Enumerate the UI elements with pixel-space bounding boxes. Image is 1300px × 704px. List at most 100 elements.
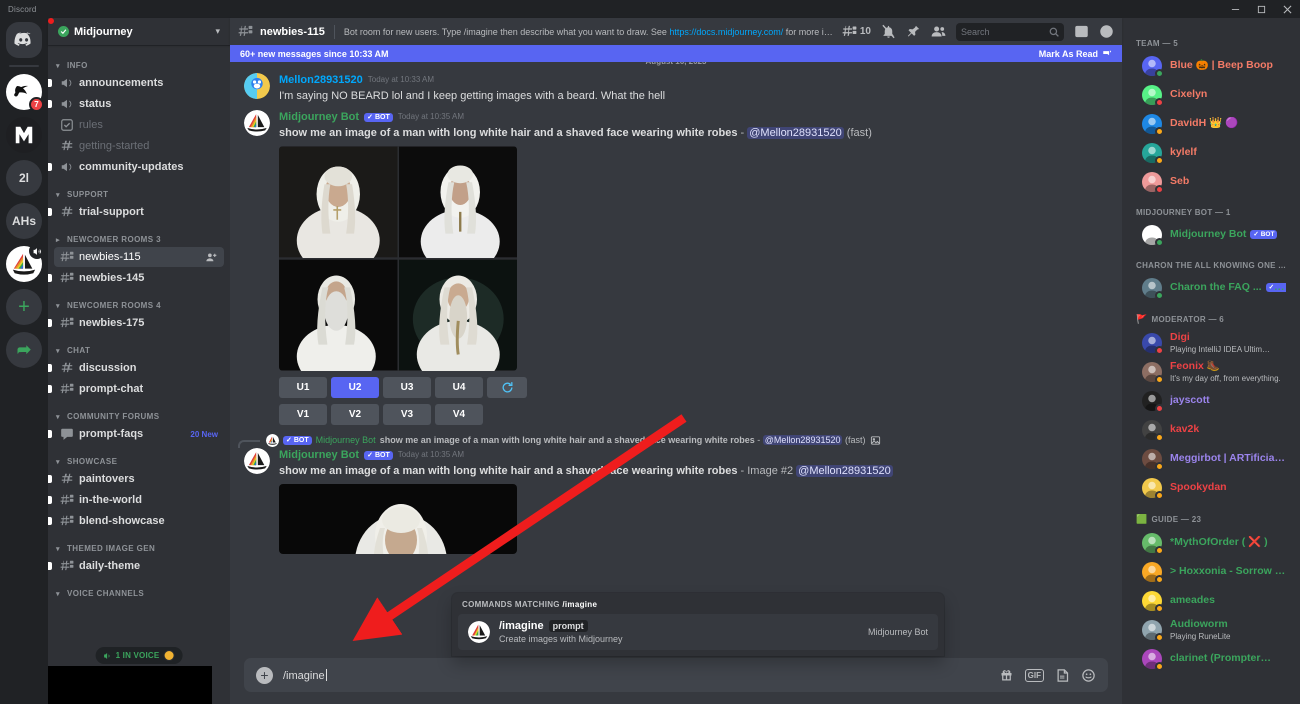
message-author[interactable]: Midjourney Bot [279, 110, 359, 124]
member-list-item[interactable]: kav2k [1128, 415, 1294, 444]
attach-button[interactable]: + [256, 666, 273, 684]
guild-icon-midjourney-alt[interactable]: 7 [6, 74, 44, 112]
reply-author[interactable]: Midjourney Bot [316, 435, 376, 445]
notifications-off-icon[interactable] [881, 24, 896, 39]
new-messages-bar[interactable]: 60+ new messages since 10:33 AM Mark As … [230, 45, 1122, 62]
member-list-item[interactable]: DavidH 👑 🟣 [1128, 109, 1294, 138]
upscale-button-u1[interactable]: U1 [279, 377, 327, 398]
avatar[interactable] [244, 448, 270, 474]
mention[interactable]: @Mellon28931520 [747, 127, 844, 139]
upscaled-image[interactable] [279, 484, 517, 554]
channel-category[interactable]: ▾ SUPPORT [48, 178, 230, 202]
variation-button-v1[interactable]: V1 [279, 404, 327, 425]
voice-status-pill[interactable]: 1 IN VOICE [95, 647, 183, 664]
guild-icon-server-m[interactable] [6, 117, 42, 153]
sidebar-channel-paintovers[interactable]: paintovers [48, 469, 224, 489]
member-list-item[interactable]: Spookydan [1128, 473, 1294, 502]
topic-link[interactable]: https://docs.midjourney.com/ [669, 27, 783, 37]
member-list-item[interactable]: Charon the FAQ ...✓ BOT [1128, 273, 1294, 302]
pin-icon[interactable] [906, 24, 921, 39]
explore-servers-button[interactable]: ➦ [6, 332, 42, 368]
channel-category[interactable]: ▾ INFO [48, 49, 230, 73]
member-list-item[interactable]: kylelf [1128, 138, 1294, 167]
member-list-item[interactable]: Blue 🎃 | Beep Boop [1128, 51, 1294, 80]
guild-icon-server-2l[interactable]: 2l [6, 160, 42, 196]
message-list[interactable]: August 16, 2023 Mellon28931520 Today at … [230, 45, 1122, 658]
message-author[interactable]: Midjourney Bot [279, 448, 359, 462]
chevron-down-icon[interactable]: ▾ [215, 26, 220, 37]
guild-header[interactable]: Midjourney ▾ [48, 18, 230, 45]
add-server-button[interactable]: + [6, 289, 42, 325]
guild-icon-midjourney[interactable] [6, 243, 45, 282]
grid-image-3[interactable] [279, 259, 398, 371]
maximize-icon[interactable] [1248, 0, 1274, 18]
sidebar-channel-newbies-175[interactable]: newbies-175 [48, 313, 224, 333]
member-list-item[interactable]: ameades [1128, 586, 1294, 615]
member-list[interactable]: TEAM — 5 Blue 🎃 | Beep Boop Cixelyn Davi… [1122, 18, 1300, 704]
reply-reference[interactable]: ✓ BOT Midjourney Bot show me an image of… [238, 433, 1122, 448]
grid-image-1[interactable] [279, 146, 398, 258]
channel-category[interactable]: ▾ NEWCOMER ROOMS 4 [48, 289, 230, 313]
emoji-icon[interactable] [1081, 668, 1096, 683]
member-list-item[interactable]: clarinet (Prompter… [1128, 644, 1294, 673]
channel-topic[interactable]: Bot room for new users. Type /imagine th… [344, 27, 835, 37]
channel-category[interactable]: ▾ VOICE CHANNELS [48, 577, 230, 601]
avatar[interactable] [244, 110, 270, 136]
generated-image-grid[interactable] [279, 146, 517, 371]
upscale-button-u2[interactable]: U2 [331, 377, 379, 398]
minimize-icon[interactable] [1222, 0, 1248, 18]
command-option-imagine[interactable]: /imagine prompt Create images with Midjo… [458, 614, 938, 650]
mark-as-read-button[interactable]: Mark As Read [1039, 49, 1112, 59]
member-list-item[interactable]: Digi Playing IntelliJ IDEA Ultim… [1128, 328, 1294, 357]
member-list-item[interactable]: *MythOfOrder ( ❌ ) [1128, 528, 1294, 557]
grid-image-4[interactable] [398, 259, 517, 371]
search-input[interactable]: Search [956, 22, 1064, 41]
member-list-item[interactable]: jayscott [1128, 386, 1294, 415]
threads-icon[interactable]: 10 [842, 24, 871, 39]
gif-button[interactable]: GIF [1024, 668, 1044, 682]
member-list-item[interactable]: Feonix 🥾 It's my day off, from everythin… [1128, 357, 1294, 386]
channel-category[interactable]: ▾ THEMED IMAGE GEN [48, 532, 230, 556]
close-icon[interactable] [1274, 0, 1300, 18]
avatar[interactable] [244, 73, 270, 99]
sidebar-channel-prompt-chat[interactable]: prompt-chat [48, 379, 224, 399]
member-list-item[interactable]: Midjourney Bot ✓ BOT [1128, 220, 1294, 249]
member-list-item[interactable]: > Hoxxonia - Sorrow … [1128, 557, 1294, 586]
channel-list[interactable]: ▾ INFO announcements status rules gettin… [48, 45, 230, 704]
member-list-item[interactable]: Audioworm Playing RuneLite [1128, 615, 1294, 644]
sidebar-channel-community-updates[interactable]: community-updates [48, 157, 224, 177]
channel-category[interactable]: ▸ NEWCOMER ROOMS 3 [48, 223, 230, 247]
help-icon[interactable] [1099, 24, 1114, 39]
sidebar-channel-discussion[interactable]: discussion [48, 358, 224, 378]
sidebar-channel-announcements[interactable]: announcements [48, 73, 224, 93]
sidebar-channel-newbies-115[interactable]: newbies-115 [54, 247, 224, 267]
sidebar-channel-daily-theme[interactable]: daily-theme [48, 556, 224, 576]
invite-icon[interactable] [205, 251, 218, 264]
reroll-button[interactable] [487, 377, 527, 398]
variation-button-v4[interactable]: V4 [435, 404, 483, 425]
variation-button-v3[interactable]: V3 [383, 404, 431, 425]
channel-category[interactable]: ▾ COMMUNITY FORUMS [48, 400, 230, 424]
sidebar-channel-status[interactable]: status [48, 94, 224, 114]
guild-icon-server-ahs[interactable]: AHs [6, 203, 42, 239]
members-icon[interactable] [931, 24, 946, 39]
member-list-item[interactable]: Meggirbot | ARTificial… [1128, 444, 1294, 473]
channel-category[interactable]: ▾ CHAT [48, 334, 230, 358]
message-author[interactable]: Mellon28931520 [279, 73, 363, 87]
sidebar-channel-in-the-world[interactable]: in-the-world [48, 490, 224, 510]
channel-category[interactable]: ▾ SHOWCASE [48, 445, 230, 469]
upscale-button-u3[interactable]: U3 [383, 377, 431, 398]
member-list-item[interactable]: Seb [1128, 167, 1294, 196]
message-input-bar[interactable]: + /imagine GIF [244, 658, 1108, 692]
sidebar-channel-trial-support[interactable]: trial-support [48, 202, 224, 222]
upscale-button-u4[interactable]: U4 [435, 377, 483, 398]
mention[interactable]: @Mellon28931520 [796, 465, 893, 477]
gift-icon[interactable] [999, 668, 1014, 683]
message-input[interactable]: /imagine [283, 668, 989, 682]
variation-button-v2[interactable]: V2 [331, 404, 379, 425]
member-list-item[interactable]: Cixelyn [1128, 80, 1294, 109]
sidebar-channel-getting-started[interactable]: getting-started [54, 136, 224, 156]
grid-image-2[interactable] [398, 146, 517, 258]
inbox-icon[interactable] [1074, 24, 1089, 39]
sidebar-channel-prompt-faqs[interactable]: prompt-faqs 20 New [48, 424, 224, 444]
